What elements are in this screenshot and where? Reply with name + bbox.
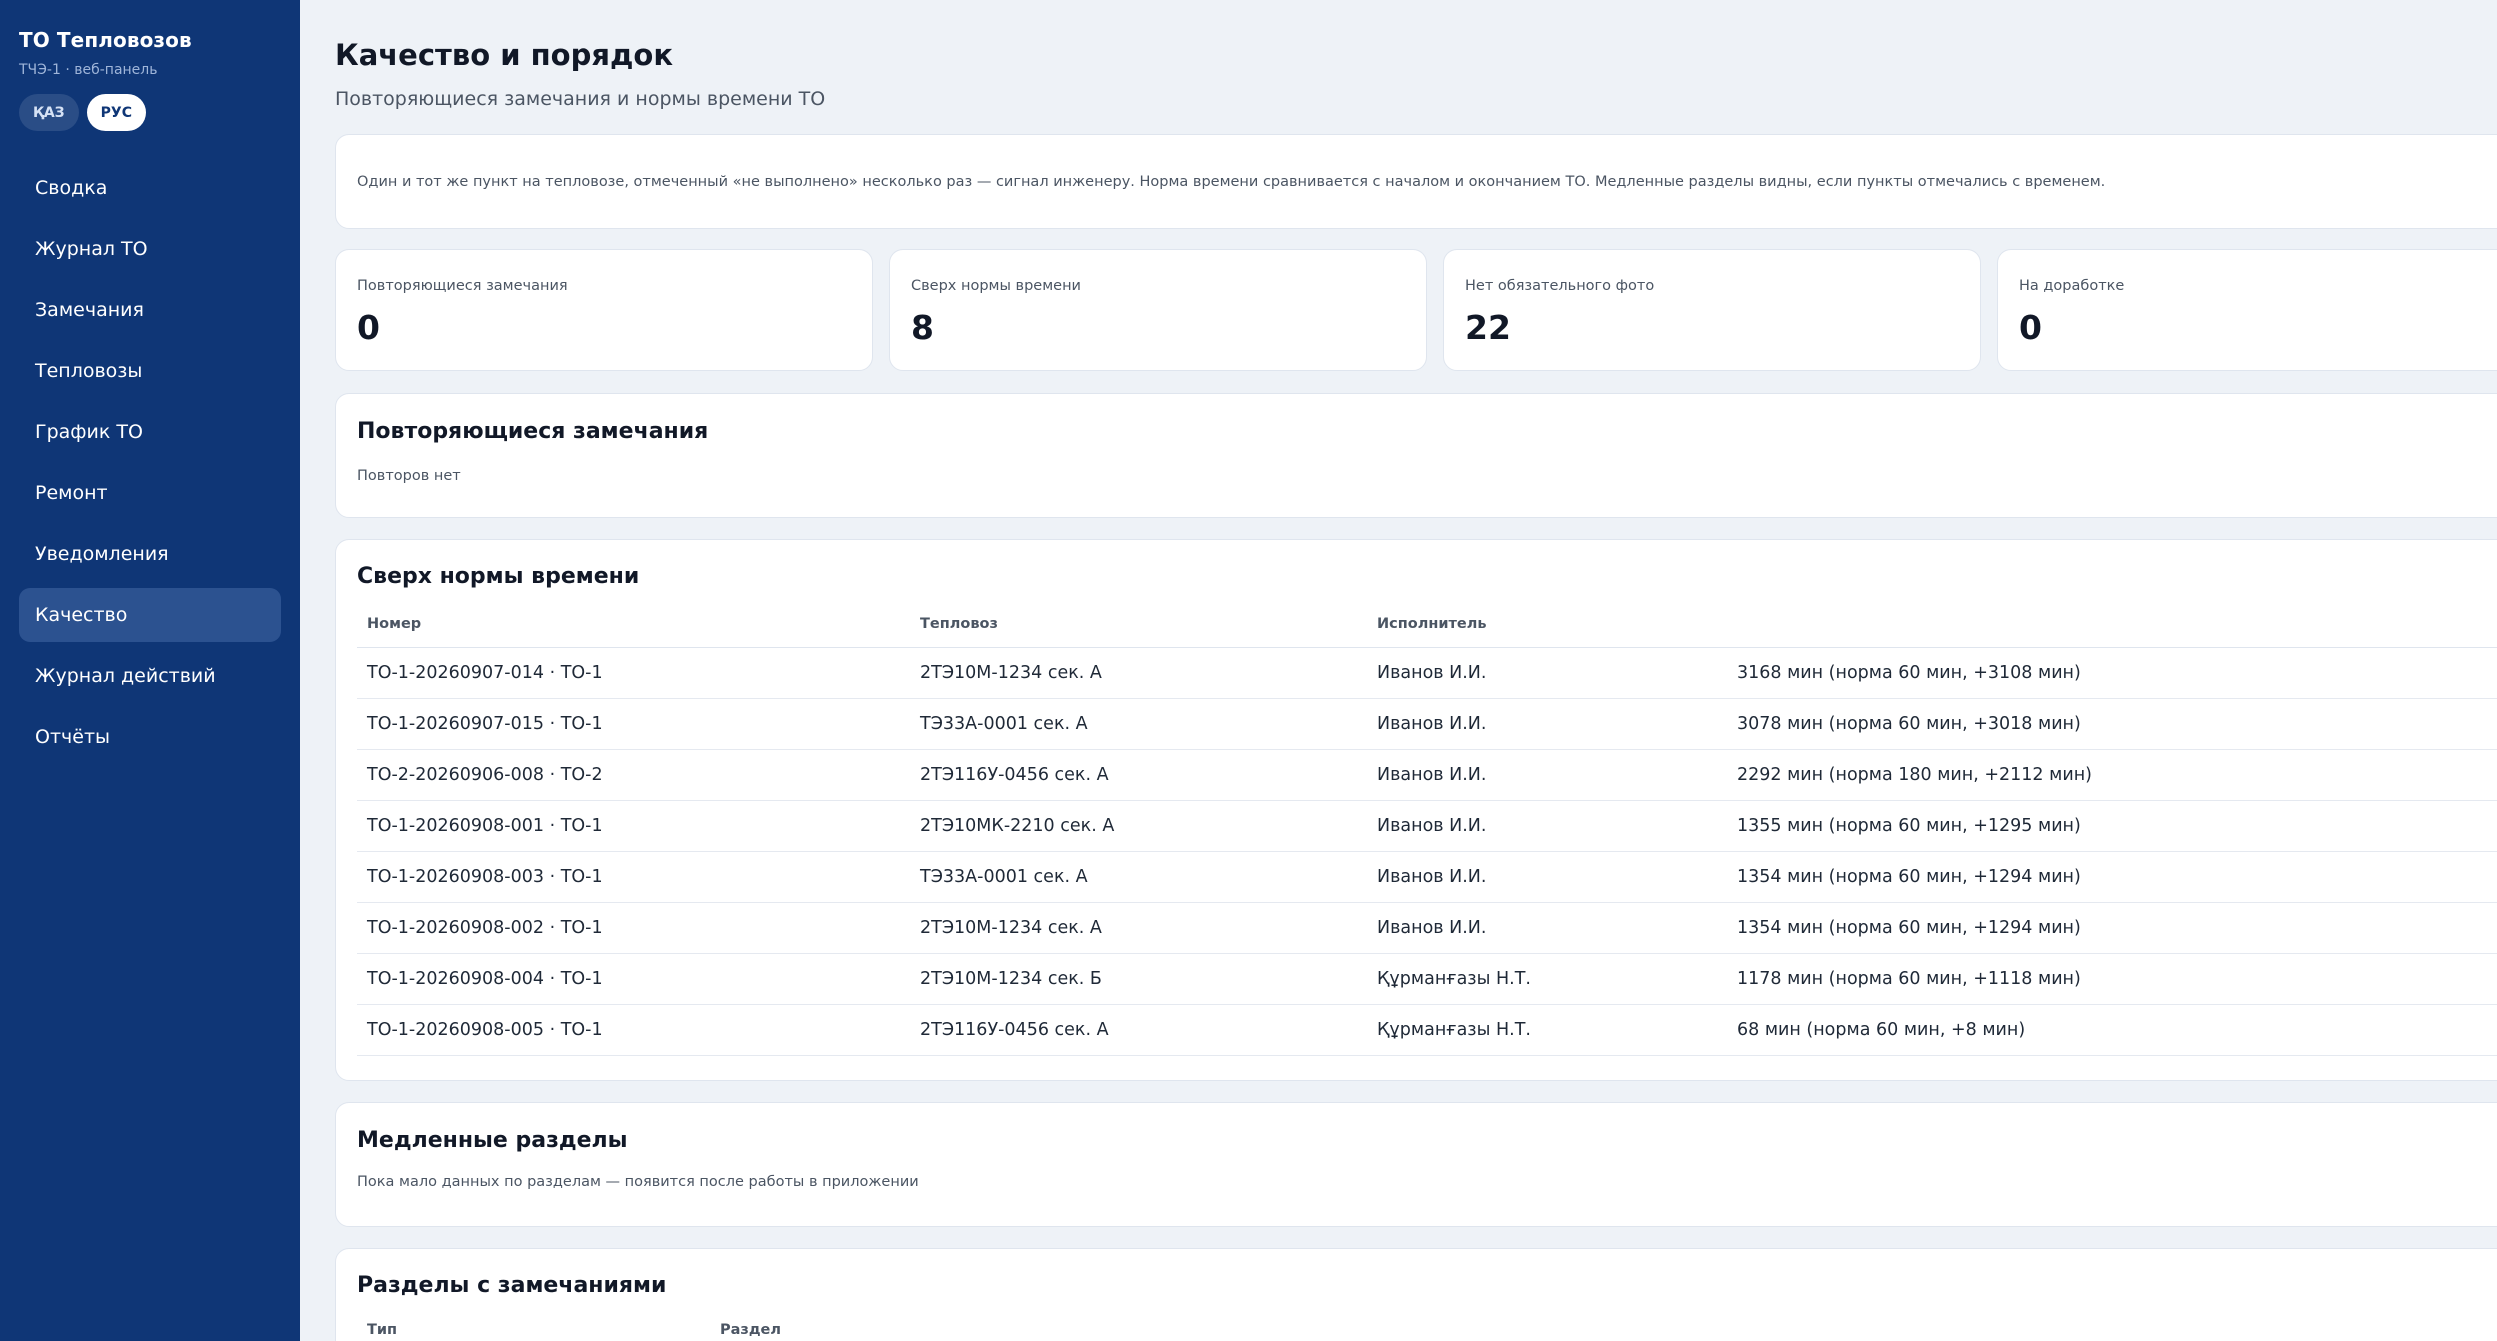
cell-number: ТО-1-20260908-001 · ТО-1 <box>357 800 910 852</box>
page-title: Качество и порядок <box>335 38 674 72</box>
cell-executor: Иванов И.И. <box>1367 698 1727 750</box>
cell-time: 1178 мин (норма 60 мин, +1118 мин) <box>1727 953 2497 1005</box>
cell-number: ТО-1-20260907-015 · ТО-1 <box>357 698 910 750</box>
sidebar-item-notifications[interactable]: Уведомления <box>19 527 281 581</box>
kpi-missing-photo: Нет обязательного фото 22 <box>1443 249 1981 371</box>
main-content: Качество и порядок Повторяющиеся замечан… <box>300 0 2497 1341</box>
column-header-time <box>1727 601 2497 648</box>
cell-time: 3168 мин (норма 60 мин, +3108 мин) <box>1727 647 2497 699</box>
cell-loco: 2ТЭ116У-0456 сек. А <box>910 1004 1367 1056</box>
cell-executor: Құрманғазы Н.Т. <box>1367 1004 1727 1056</box>
cell-time: 1355 мин (норма 60 мин, +1295 мин) <box>1727 800 2497 852</box>
cell-executor: Құрманғазы Н.Т. <box>1367 953 1727 1005</box>
section-title: Повторяющиеся замечания <box>357 419 709 444</box>
cell-executor: Иванов И.И. <box>1367 902 1727 954</box>
table-row[interactable]: ТО-1-20260908-002 · ТО-1 2ТЭ10М-1234 сек… <box>357 902 2497 954</box>
cell-executor: Иванов И.И. <box>1367 800 1727 852</box>
cell-number: ТО-1-20260908-002 · ТО-1 <box>357 902 910 954</box>
cell-number: ТО-1-20260907-014 · ТО-1 <box>357 647 910 699</box>
column-header-type: Тип <box>367 1322 398 1338</box>
sidebar-item-quality[interactable]: Качество <box>19 588 281 642</box>
table-row[interactable]: ТО-1-20260908-003 · ТО-1 ТЭ33А-0001 сек.… <box>357 851 2497 903</box>
kpi-label: Сверх нормы времени <box>911 278 1081 294</box>
kpi-repeat-remarks: Повторяющиеся замечания 0 <box>335 249 873 371</box>
column-header-section: Раздел <box>720 1322 782 1338</box>
lang-kaz-button[interactable]: ҚАЗ <box>19 94 79 131</box>
cell-loco: ТЭ33А-0001 сек. А <box>910 851 1367 903</box>
sidebar-item-summary[interactable]: Сводка <box>19 161 281 215</box>
section-title: Сверх нормы времени <box>357 564 640 589</box>
slow-sections-section: Медленные разделы Пока мало данных по ра… <box>335 1102 2497 1227</box>
cell-number: ТО-1-20260908-005 · ТО-1 <box>357 1004 910 1056</box>
info-card: Один и тот же пункт на тепловозе, отмече… <box>335 134 2497 229</box>
table-row[interactable]: ТО-1-20260908-001 · ТО-1 2ТЭ10МК-2210 се… <box>357 800 2497 852</box>
app-subtitle: ТЧЭ-1 · веб-панель <box>19 62 158 78</box>
repeat-remarks-section: Повторяющиеся замечания Повторов нет <box>335 393 2497 518</box>
sidebar-item-reports[interactable]: Отчёты <box>19 710 281 764</box>
column-header-executor: Исполнитель <box>1367 601 1727 648</box>
table-row[interactable]: ТО-1-20260908-004 · ТО-1 2ТЭ10М-1234 сек… <box>357 953 2497 1005</box>
overtime-section: Сверх нормы времени Номер Тепловоз Испол… <box>335 539 2497 1081</box>
kpi-rework: На доработке 0 <box>1997 249 2497 371</box>
overtime-table: Номер Тепловоз Исполнитель ТО-1-20260907… <box>357 601 2497 1056</box>
cell-loco: 2ТЭ10М-1234 сек. Б <box>910 953 1367 1005</box>
cell-loco: ТЭ33А-0001 сек. А <box>910 698 1367 750</box>
sidebar-item-locomotives[interactable]: Тепловозы <box>19 344 281 398</box>
cell-time: 1354 мин (норма 60 мин, +1294 мин) <box>1727 902 2497 954</box>
cell-time: 2292 мин (норма 180 мин, +2112 мин) <box>1727 749 2497 801</box>
empty-state: Повторов нет <box>357 468 461 484</box>
defect-sections-section: Разделы с замечаниями Тип Раздел <box>335 1248 2497 1341</box>
section-title: Медленные разделы <box>357 1128 628 1153</box>
kpi-overtime: Сверх нормы времени 8 <box>889 249 1427 371</box>
table-header-row: Тип Раздел <box>357 1322 2497 1338</box>
table-row[interactable]: ТО-2-20260906-008 · ТО-2 2ТЭ116У-0456 се… <box>357 749 2497 801</box>
app-title: ТО Тепловозов <box>19 28 192 52</box>
kpi-label: Повторяющиеся замечания <box>357 278 568 294</box>
kpi-value: 0 <box>2019 308 2042 347</box>
sidebar-item-action-log[interactable]: Журнал действий <box>19 649 281 703</box>
kpi-label: На доработке <box>2019 278 2125 294</box>
cell-loco: 2ТЭ10МК-2210 сек. А <box>910 800 1367 852</box>
cell-time: 1354 мин (норма 60 мин, +1294 мин) <box>1727 851 2497 903</box>
sidebar-nav: Сводка Журнал ТО Замечания Тепловозы Гра… <box>19 161 281 764</box>
cell-number: ТО-2-20260906-008 · ТО-2 <box>357 749 910 801</box>
kpi-label: Нет обязательного фото <box>1465 278 1655 294</box>
cell-time: 68 мин (норма 60 мин, +8 мин) <box>1727 1004 2497 1056</box>
cell-executor: Иванов И.И. <box>1367 851 1727 903</box>
section-title: Разделы с замечаниями <box>357 1273 667 1298</box>
table-row[interactable]: ТО-1-20260907-014 · ТО-1 2ТЭ10М-1234 сек… <box>357 647 2497 699</box>
cell-loco: 2ТЭ10М-1234 сек. А <box>910 902 1367 954</box>
sidebar-item-repair[interactable]: Ремонт <box>19 466 281 520</box>
kpi-value: 22 <box>1465 308 1511 347</box>
info-text: Один и тот же пункт на тепловозе, отмече… <box>357 173 2106 190</box>
cell-loco: 2ТЭ10М-1234 сек. А <box>910 647 1367 699</box>
sidebar: ТО Тепловозов ТЧЭ-1 · веб-панель ҚАЗ РУС… <box>0 0 300 1341</box>
kpi-value: 8 <box>911 308 934 347</box>
kpi-value: 0 <box>357 308 380 347</box>
cell-number: ТО-1-20260908-003 · ТО-1 <box>357 851 910 903</box>
table-header-row: Номер Тепловоз Исполнитель <box>357 601 2497 648</box>
cell-time: 3078 мин (норма 60 мин, +3018 мин) <box>1727 698 2497 750</box>
cell-executor: Иванов И.И. <box>1367 647 1727 699</box>
table-row[interactable]: ТО-1-20260907-015 · ТО-1 ТЭ33А-0001 сек.… <box>357 698 2497 750</box>
column-header-loco: Тепловоз <box>910 601 1367 648</box>
cell-loco: 2ТЭ116У-0456 сек. А <box>910 749 1367 801</box>
table-row[interactable]: ТО-1-20260908-005 · ТО-1 2ТЭ116У-0456 се… <box>357 1004 2497 1056</box>
column-header-number: Номер <box>357 601 910 648</box>
sidebar-item-to-journal[interactable]: Журнал ТО <box>19 222 281 276</box>
language-switch: ҚАЗ РУС <box>19 94 281 131</box>
kpi-row: Повторяющиеся замечания 0 Сверх нормы вр… <box>335 249 2497 371</box>
sidebar-item-remarks[interactable]: Замечания <box>19 283 281 337</box>
cell-number: ТО-1-20260908-004 · ТО-1 <box>357 953 910 1005</box>
empty-state: Пока мало данных по разделам — появится … <box>357 1174 919 1190</box>
sidebar-item-schedule[interactable]: График ТО <box>19 405 281 459</box>
page-subtitle: Повторяющиеся замечания и нормы времени … <box>335 88 826 110</box>
lang-rus-button[interactable]: РУС <box>86 94 146 131</box>
cell-executor: Иванов И.И. <box>1367 749 1727 801</box>
